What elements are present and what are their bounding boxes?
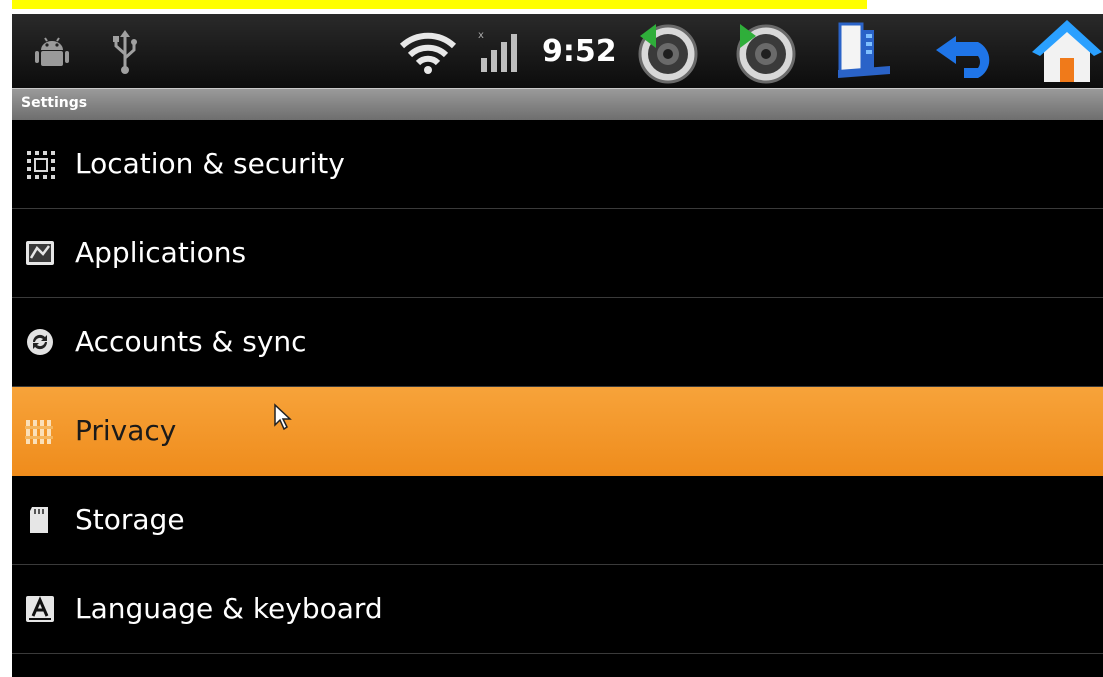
settings-item-language-keyboard[interactable]: Language & keyboard [12, 565, 1103, 654]
android-debug-icon [32, 32, 72, 76]
location-security-icon [25, 149, 55, 179]
settings-item-applications[interactable]: Applications [12, 209, 1103, 298]
home-icon[interactable] [1032, 18, 1102, 90]
settings-list: Location & security Applications Account… [12, 120, 1103, 654]
menu-icon[interactable] [834, 20, 894, 86]
volume-up-icon[interactable] [732, 20, 800, 88]
settings-title-bar: Settings [12, 88, 1103, 120]
settings-item-label: Location & security [75, 147, 345, 180]
mouse-cursor-icon [273, 403, 293, 435]
usb-icon [110, 28, 140, 78]
caption-text-cropped [12, 0, 867, 9]
accounts-sync-icon [25, 327, 55, 357]
storage-icon [25, 505, 55, 535]
page-title: Settings [21, 95, 88, 111]
caption-highlight [12, 0, 867, 9]
svg-text:x: x [478, 30, 484, 41]
settings-item-accounts-sync[interactable]: Accounts & sync [12, 298, 1103, 387]
language-keyboard-icon [25, 594, 55, 624]
signal-icon: x [477, 28, 523, 78]
wifi-icon [398, 30, 458, 78]
settings-item-label: Language & keyboard [75, 592, 383, 625]
settings-item-label: Applications [75, 236, 247, 269]
settings-item-storage[interactable]: Storage [12, 476, 1103, 565]
settings-item-label: Storage [75, 503, 185, 536]
device-screen: x 9:52 Settings Location & security Appl… [12, 14, 1103, 677]
settings-item-label: Privacy [75, 414, 177, 447]
settings-item-label: Accounts & sync [75, 325, 307, 358]
status-bar: x 9:52 [12, 14, 1103, 88]
clock-time: 9:52 [542, 34, 617, 69]
back-icon[interactable] [934, 28, 1004, 84]
volume-down-icon[interactable] [634, 20, 702, 88]
applications-icon [25, 238, 55, 268]
privacy-icon [25, 416, 55, 446]
settings-item-privacy[interactable]: Privacy [12, 387, 1103, 476]
settings-item-location-security[interactable]: Location & security [12, 120, 1103, 209]
